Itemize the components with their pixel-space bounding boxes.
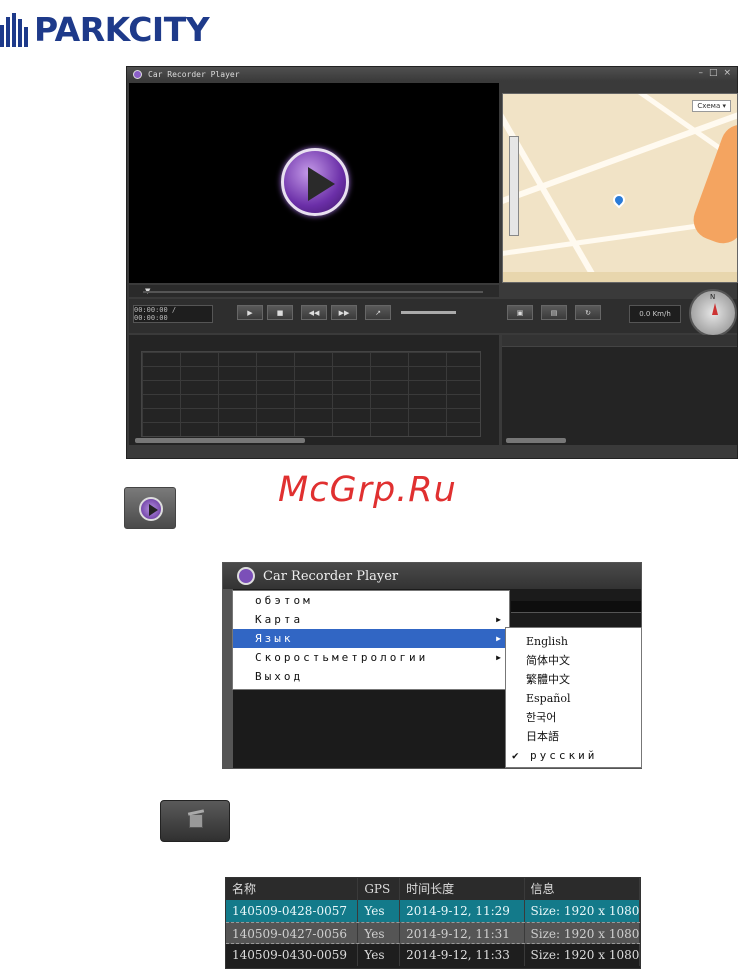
stop-button[interactable]: ■ [267,305,293,320]
maximize-icon[interactable]: □ [709,68,718,78]
player-window: Car Recorder Player – □ × ▼ Схема ▾ 00:0… [126,66,738,459]
submenu-arrow-icon: ▶ [496,634,501,643]
cell-info: Size: 1920 x 1080 [525,900,640,922]
close-icon[interactable]: × [723,68,731,78]
table-row[interactable]: 140509-0428-0057 Yes 2014-9-12, 11:29 Si… [226,900,640,922]
graph-scrollbar[interactable] [135,438,305,443]
play-button[interactable]: ▶ [237,305,263,320]
file-list-panel [502,335,737,445]
cell-duration: 2014-9-12, 11:31 [400,923,525,943]
speed-display: 0.0 Km/h [629,305,681,323]
compass-icon: N [689,289,737,337]
context-menu: обэтом Карта ▶ Язык ▶ Скоростьметрологии ▶ … [232,590,510,690]
watermark: McGrp.Ru [278,470,457,510]
map-footer [503,272,737,282]
parkcity-logo: PARKCITY [0,10,210,49]
map-view[interactable]: Схема ▾ [502,93,738,283]
language-russian[interactable]: ✔ русский [506,746,641,765]
big-play-button[interactable] [281,148,349,216]
cell-duration: 2014-9-12, 11:29 [400,900,525,922]
toolbar-strip [511,601,641,613]
menu-item-speed-units[interactable]: Скоростьметрологии ▶ [233,648,509,667]
location-pin-icon [610,191,628,209]
next-button[interactable]: ▶▶ [331,305,357,320]
menu-item-exit[interactable]: Выход [233,667,509,686]
list-scrollbar[interactable] [506,438,566,443]
table-header: 名称 GPS 时间长度 信息 [226,878,640,900]
play-icon [308,167,335,201]
table-row[interactable]: 140509-0427-0056 Yes 2014-9-12, 11:31 Si… [226,922,640,944]
language-english[interactable]: English [506,632,641,651]
submenu-arrow-icon: ▶ [496,653,501,662]
graph-grid [141,351,481,437]
map-type-button[interactable]: Схема ▾ [692,100,731,112]
map-zoom-slider[interactable] [509,136,519,236]
cell-duration: 2014-9-12, 11:33 [400,944,525,966]
column-header-name[interactable]: 名称 [226,878,359,900]
previous-button[interactable]: ◀◀ [301,305,327,320]
brand-name: PARKCITY [34,10,210,49]
file-list-header [502,335,737,347]
cell-name: 140509-0428-0057 [226,900,359,922]
language-submenu: English 简体中文 繁體中文 Español 한국어 日本語 ✔ русск… [505,627,642,768]
app-logo-icon[interactable] [237,567,255,585]
seek-track[interactable] [143,291,483,293]
player-title: Car Recorder Player [148,69,240,79]
player-titlebar: Car Recorder Player [127,67,737,81]
language-japanese[interactable]: 日本語 [506,727,641,746]
cell-name: 140509-0430-0059 [226,944,359,966]
rotate-button[interactable]: ↻ [575,305,601,320]
menu-window-titlebar: Car Recorder Player [223,563,641,589]
minimize-icon[interactable]: – [698,68,703,78]
cell-gps: Yes [358,923,401,943]
language-simplified-chinese[interactable]: 简体中文 [506,651,641,670]
sensor-graph [129,335,499,445]
app-logo-icon[interactable] [133,69,142,79]
table-row[interactable]: 140509-0430-0059 Yes 2014-9-12, 11:33 Si… [226,944,640,966]
volume-slider[interactable] [401,311,456,314]
compass-needle [712,303,718,315]
map-river [687,119,737,249]
seek-bar[interactable]: ▼ [129,285,499,297]
file-table: 名称 GPS 时间长度 信息 140509-0428-0057 Yes 2014… [225,877,641,969]
cell-gps: Yes [358,900,401,922]
language-korean[interactable]: 한국어 [506,708,641,727]
column-header-duration[interactable]: 时间长度 [400,878,525,900]
file-list-button[interactable] [160,800,230,842]
column-header-info[interactable]: 信息 [525,878,640,900]
clapperboard-icon [189,814,203,828]
window-controls: – □ × [698,68,731,78]
menu-item-about[interactable]: обэтом [233,591,509,610]
submenu-arrow-icon: ▶ [496,615,501,624]
file-button[interactable]: ▤ [541,305,567,320]
cell-info: Size: 1920 x 1080 [525,944,640,966]
snapshot-button[interactable]: ▣ [507,305,533,320]
cell-gps: Yes [358,944,401,966]
compass-north: N [710,293,716,301]
cell-name: 140509-0427-0056 [226,923,359,943]
time-display: 00:00:00 / 00:00:00 [133,305,213,323]
logo-bars-icon [0,12,28,47]
language-spanish[interactable]: Español [506,689,641,708]
cell-info: Size: 1920 x 1080 [525,923,640,943]
app-logo-icon [139,497,163,521]
video-area[interactable] [129,83,499,283]
language-traditional-chinese[interactable]: 繁體中文 [506,670,641,689]
column-header-gps[interactable]: GPS [358,878,401,900]
menu-item-map[interactable]: Карта ▶ [233,610,509,629]
menu-window-title: Car Recorder Player [263,568,399,584]
app-menu-button[interactable] [124,487,176,529]
menu-item-language[interactable]: Язык ▶ [233,629,509,648]
fullscreen-button[interactable]: ↗ [365,305,391,320]
checkmark-icon: ✔ [512,749,519,762]
control-bar: 00:00:00 / 00:00:00 ▶ ■ ◀◀ ▶▶ ↗ ▣ ▤ ↻ 0.… [129,289,737,337]
